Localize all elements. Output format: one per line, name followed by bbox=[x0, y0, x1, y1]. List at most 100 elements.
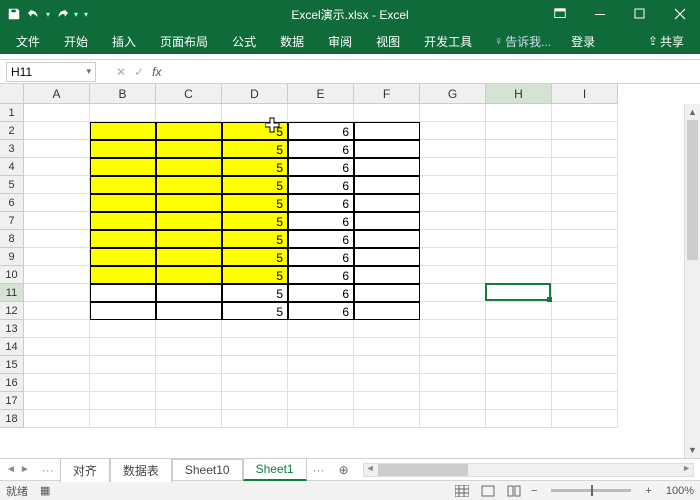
cell-G13[interactable] bbox=[420, 320, 486, 338]
sheet-tab-sheet10[interactable]: Sheet10 bbox=[172, 459, 243, 480]
cell-D3[interactable]: 5 bbox=[222, 140, 288, 158]
cell-E1[interactable] bbox=[288, 104, 354, 122]
row-header-17[interactable]: 17 bbox=[0, 392, 24, 410]
login-button[interactable]: 登录 bbox=[563, 29, 603, 54]
cell-B14[interactable] bbox=[90, 338, 156, 356]
cell-B18[interactable] bbox=[90, 410, 156, 428]
cell-E16[interactable] bbox=[288, 374, 354, 392]
cell-A16[interactable] bbox=[24, 374, 90, 392]
cell-D1[interactable] bbox=[222, 104, 288, 122]
row-header-14[interactable]: 14 bbox=[0, 338, 24, 356]
row-header-3[interactable]: 3 bbox=[0, 140, 24, 158]
tab-developer[interactable]: 开发工具 bbox=[414, 29, 482, 54]
cell-I5[interactable] bbox=[552, 176, 618, 194]
cell-I1[interactable] bbox=[552, 104, 618, 122]
column-header-D[interactable]: D bbox=[222, 84, 288, 104]
cell-G16[interactable] bbox=[420, 374, 486, 392]
cell-C5[interactable] bbox=[156, 176, 222, 194]
cell-E3[interactable]: 6 bbox=[288, 140, 354, 158]
cell-H13[interactable] bbox=[486, 320, 552, 338]
cell-H4[interactable] bbox=[486, 158, 552, 176]
column-header-I[interactable]: I bbox=[552, 84, 618, 104]
cell-A10[interactable] bbox=[24, 266, 90, 284]
row-header-4[interactable]: 4 bbox=[0, 158, 24, 176]
cell-G2[interactable] bbox=[420, 122, 486, 140]
cell-H12[interactable] bbox=[486, 302, 552, 320]
add-sheet-button[interactable]: ⊕ bbox=[331, 463, 357, 477]
cell-A12[interactable] bbox=[24, 302, 90, 320]
cell-F14[interactable] bbox=[354, 338, 420, 356]
cell-F17[interactable] bbox=[354, 392, 420, 410]
cell-B16[interactable] bbox=[90, 374, 156, 392]
ribbon-options-button[interactable] bbox=[540, 0, 580, 28]
cell-B17[interactable] bbox=[90, 392, 156, 410]
vertical-scrollbar[interactable]: ▲ ▼ bbox=[684, 104, 700, 458]
zoom-out-button[interactable]: − bbox=[531, 485, 537, 497]
cell-A6[interactable] bbox=[24, 194, 90, 212]
cell-B13[interactable] bbox=[90, 320, 156, 338]
cell-F8[interactable] bbox=[354, 230, 420, 248]
macro-record-icon[interactable]: ▦ bbox=[40, 484, 50, 497]
sheet-nav-last[interactable]: ► bbox=[20, 464, 30, 475]
cell-I12[interactable] bbox=[552, 302, 618, 320]
redo-dropdown[interactable]: ▾ bbox=[74, 10, 78, 19]
cell-C13[interactable] bbox=[156, 320, 222, 338]
cell-H18[interactable] bbox=[486, 410, 552, 428]
cell-G9[interactable] bbox=[420, 248, 486, 266]
cell-C16[interactable] bbox=[156, 374, 222, 392]
cell-E5[interactable]: 6 bbox=[288, 176, 354, 194]
cell-H1[interactable] bbox=[486, 104, 552, 122]
share-button[interactable]: ⇪共享 bbox=[638, 29, 694, 54]
formula-input[interactable] bbox=[161, 62, 700, 82]
cell-D6[interactable]: 5 bbox=[222, 194, 288, 212]
cells-area[interactable]: 5656565656565656565656 bbox=[24, 104, 618, 428]
cell-F11[interactable] bbox=[354, 284, 420, 302]
cell-A13[interactable] bbox=[24, 320, 90, 338]
cell-G10[interactable] bbox=[420, 266, 486, 284]
cell-G3[interactable] bbox=[420, 140, 486, 158]
cell-A18[interactable] bbox=[24, 410, 90, 428]
cell-I11[interactable] bbox=[552, 284, 618, 302]
tell-me-search[interactable]: ♀告诉我... bbox=[486, 29, 559, 54]
cell-G4[interactable] bbox=[420, 158, 486, 176]
tab-data[interactable]: 数据 bbox=[270, 29, 314, 54]
cell-F9[interactable] bbox=[354, 248, 420, 266]
undo-icon[interactable] bbox=[26, 6, 42, 22]
cell-E12[interactable]: 6 bbox=[288, 302, 354, 320]
worksheet-grid[interactable]: ABCDEFGHI 123456789101112131415161718 56… bbox=[0, 84, 700, 458]
column-header-H[interactable]: H bbox=[486, 84, 552, 104]
scroll-left-button[interactable]: ◄ bbox=[366, 463, 375, 473]
cell-C4[interactable] bbox=[156, 158, 222, 176]
row-header-12[interactable]: 12 bbox=[0, 302, 24, 320]
cell-E17[interactable] bbox=[288, 392, 354, 410]
cell-I13[interactable] bbox=[552, 320, 618, 338]
cell-I4[interactable] bbox=[552, 158, 618, 176]
row-header-11[interactable]: 11 bbox=[0, 284, 24, 302]
cell-A5[interactable] bbox=[24, 176, 90, 194]
cell-D11[interactable]: 5 bbox=[222, 284, 288, 302]
cancel-formula-icon[interactable]: ✕ bbox=[116, 65, 126, 79]
tab-file[interactable]: 文件 bbox=[6, 29, 50, 54]
row-header-5[interactable]: 5 bbox=[0, 176, 24, 194]
cell-F5[interactable] bbox=[354, 176, 420, 194]
tab-formulas[interactable]: 公式 bbox=[222, 29, 266, 54]
cell-F13[interactable] bbox=[354, 320, 420, 338]
cell-H11[interactable] bbox=[486, 284, 552, 302]
cell-D18[interactable] bbox=[222, 410, 288, 428]
close-button[interactable] bbox=[660, 0, 700, 28]
cell-G14[interactable] bbox=[420, 338, 486, 356]
cell-A14[interactable] bbox=[24, 338, 90, 356]
sheet-tab-sheet1[interactable]: Sheet1 bbox=[243, 458, 307, 481]
cell-E10[interactable]: 6 bbox=[288, 266, 354, 284]
cell-B9[interactable] bbox=[90, 248, 156, 266]
cell-F4[interactable] bbox=[354, 158, 420, 176]
row-header-10[interactable]: 10 bbox=[0, 266, 24, 284]
save-icon[interactable] bbox=[6, 6, 22, 22]
cell-E7[interactable]: 6 bbox=[288, 212, 354, 230]
name-box-dropdown[interactable]: ▾ bbox=[86, 66, 91, 77]
cell-C17[interactable] bbox=[156, 392, 222, 410]
cell-I7[interactable] bbox=[552, 212, 618, 230]
cell-G1[interactable] bbox=[420, 104, 486, 122]
row-header-7[interactable]: 7 bbox=[0, 212, 24, 230]
cell-E15[interactable] bbox=[288, 356, 354, 374]
